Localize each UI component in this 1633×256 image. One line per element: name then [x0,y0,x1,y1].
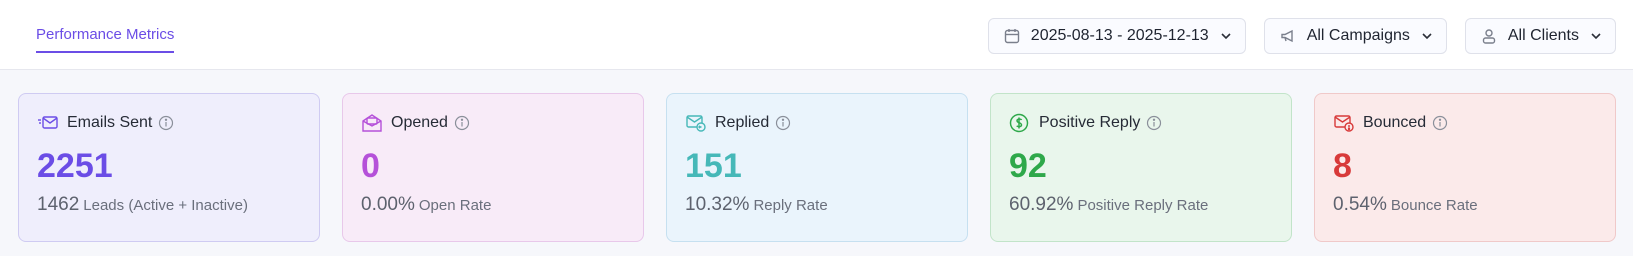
campaigns-value: All Campaigns [1306,27,1410,44]
metric-card-bounced: Bounced 8 0.54% Bounce Rate [1314,93,1616,242]
card-sub-label: Bounce Rate [1390,197,1478,214]
metric-cards: Emails Sent 2251 1462 Leads (Active + Ina… [18,93,1616,242]
card-sub-value: 60.92% [1009,194,1074,215]
dollar-circle-icon [1009,113,1031,133]
card-sub-value: 0.54% [1333,194,1387,215]
card-subtitle: 60.92% Positive Reply Rate [1009,194,1273,216]
user-icon [1480,27,1498,45]
metric-card-positive-reply: Positive Reply 92 60.92% Positive Reply R… [990,93,1292,242]
tab-performance-metrics[interactable]: Performance Metrics [36,26,175,53]
info-icon[interactable] [454,115,470,131]
card-sub-value: 0.00% [361,194,415,215]
chevron-down-icon [1589,29,1603,43]
calendar-icon [1003,27,1021,45]
megaphone-icon [1279,27,1297,45]
card-sub-label: Open Rate [418,197,492,214]
card-value: 8 [1333,147,1352,185]
card-sub-value: 10.32% [685,194,750,215]
card-title: Opened [391,114,448,131]
mail-bounce-icon [1333,113,1355,133]
card-title: Replied [715,114,770,131]
card-title: Emails Sent [67,114,153,131]
card-sub-label: Leads (Active + Inactive) [83,197,248,214]
metric-card-emails-sent: Emails Sent 2251 1462 Leads (Active + Ina… [18,93,320,242]
card-subtitle: 1462 Leads (Active + Inactive) [37,194,301,216]
metric-card-replied: Replied 151 10.32% Reply Rate [666,93,968,242]
metric-card-opened: Opened 0 0.00% Open Rate [342,93,644,242]
info-icon[interactable] [158,115,174,131]
card-subtitle: 0.00% Open Rate [361,194,625,216]
info-icon[interactable] [1146,115,1162,131]
date-range-filter[interactable]: 2025-08-13 - 2025-12-13 [987,18,1246,54]
chevron-down-icon [1420,29,1434,43]
date-range-value: 2025-08-13 - 2025-12-13 [1030,27,1209,44]
card-sub-label: Reply Rate [753,197,828,214]
mail-open-icon [361,113,383,133]
clients-filter[interactable]: All Clients [1464,18,1616,54]
chevron-down-icon [1219,29,1233,43]
filters-bar: 2025-08-13 - 2025-12-13 All Campaigns Al… [987,18,1616,54]
mail-send-icon [37,113,59,133]
card-title: Bounced [1363,114,1427,131]
card-value: 2251 [37,147,113,185]
clients-value: All Clients [1507,27,1579,44]
card-title: Positive Reply [1039,114,1141,131]
header: Performance Metrics 2025-08-13 - 2025-12… [0,0,1633,70]
card-value: 151 [685,147,742,185]
card-subtitle: 0.54% Bounce Rate [1333,194,1597,216]
info-icon[interactable] [1432,115,1448,131]
card-value: 0 [361,147,380,185]
mail-reply-icon [685,113,707,133]
card-subtitle: 10.32% Reply Rate [685,194,949,216]
card-value: 92 [1009,147,1047,185]
card-sub-value: 1462 [37,194,80,215]
card-sub-label: Positive Reply Rate [1077,197,1209,214]
campaigns-filter[interactable]: All Campaigns [1263,18,1447,54]
info-icon[interactable] [775,115,791,131]
